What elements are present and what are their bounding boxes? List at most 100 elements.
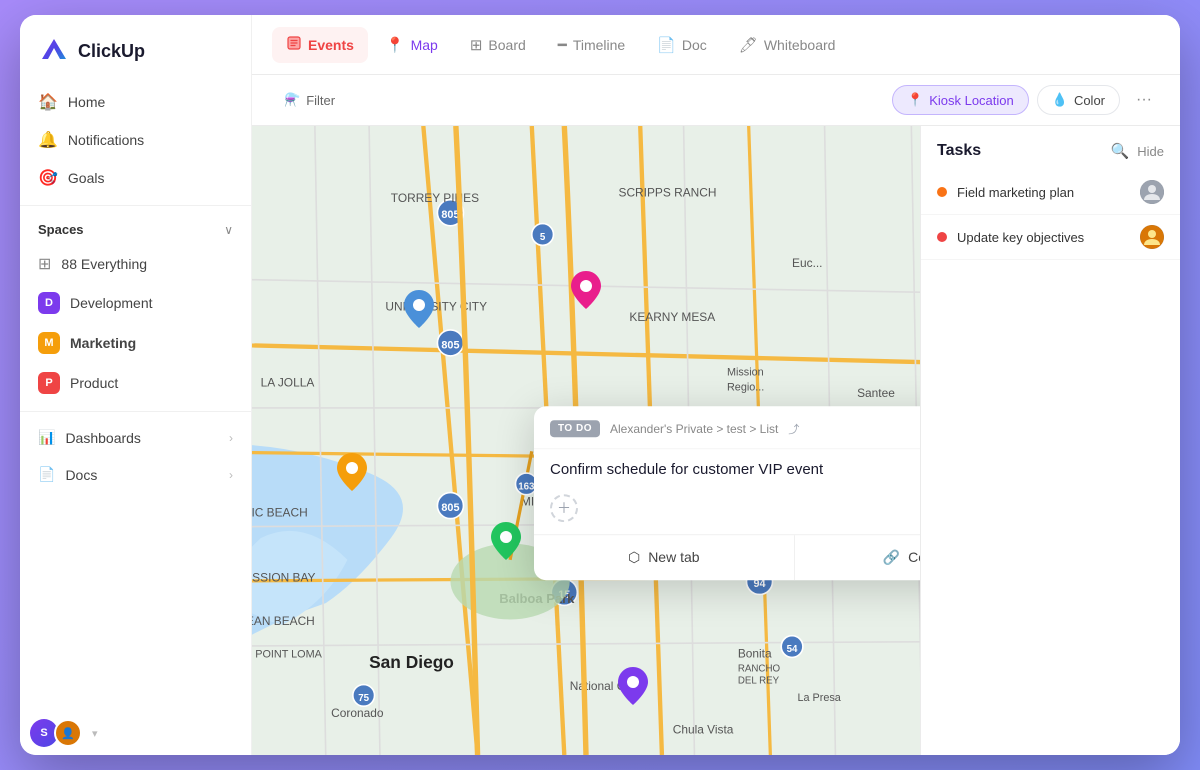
color-button[interactable]: 💧 Color bbox=[1037, 85, 1120, 115]
popup-assign: ＋ bbox=[534, 490, 920, 534]
map-icon: 📍 bbox=[386, 36, 405, 54]
map-pin-purple[interactable] bbox=[618, 667, 648, 705]
kiosk-label: Kiosk Location bbox=[929, 93, 1014, 108]
docs-icon: 📄 bbox=[38, 466, 55, 483]
svg-text:PACIFIC BEACH: PACIFIC BEACH bbox=[252, 505, 308, 519]
task-popup: TO DO Alexander's Private > test > List … bbox=[534, 406, 920, 580]
tab-map[interactable]: 📍 Map bbox=[372, 28, 452, 62]
map-pin-orange[interactable] bbox=[337, 453, 367, 491]
link-icon: ⤴ bbox=[788, 421, 799, 437]
assign-button[interactable]: ＋ bbox=[550, 494, 578, 522]
task-avatar bbox=[1140, 180, 1164, 204]
tab-timeline[interactable]: ━ Timeline bbox=[544, 28, 639, 62]
search-icon[interactable]: 🔍 bbox=[1111, 142, 1130, 160]
popup-header: TO DO Alexander's Private > test > List … bbox=[534, 406, 920, 449]
sidebar-item-label: Goals bbox=[68, 170, 105, 186]
sidebar-item-everything[interactable]: ⊞ 88 Everything bbox=[28, 245, 243, 283]
chevron-down-icon[interactable]: ∨ bbox=[224, 223, 233, 237]
color-icon: 💧 bbox=[1052, 92, 1068, 108]
sidebar-item-dashboards[interactable]: 📊 Dashboards › bbox=[28, 420, 243, 455]
space-badge-p: P bbox=[38, 372, 60, 394]
board-icon: ⊞ bbox=[470, 36, 483, 54]
map-pin-green[interactable] bbox=[491, 522, 521, 560]
svg-text:UNIVERSITY CITY: UNIVERSITY CITY bbox=[385, 299, 487, 313]
avatar-user: 👤 bbox=[54, 719, 82, 747]
user-area[interactable]: S 👤 ▾ bbox=[20, 711, 251, 755]
filter-label: Filter bbox=[306, 93, 335, 108]
sidebar-item-product[interactable]: P Product bbox=[28, 363, 243, 403]
svg-text:805: 805 bbox=[441, 339, 459, 351]
space-badge-d: D bbox=[38, 292, 60, 314]
kiosk-location-button[interactable]: 📍 Kiosk Location bbox=[892, 85, 1029, 115]
sidebar-item-notifications[interactable]: 🔔 Notifications bbox=[28, 121, 243, 159]
sidebar-item-label: Notifications bbox=[68, 132, 144, 148]
sidebar-item-goals[interactable]: 🎯 Goals bbox=[28, 159, 243, 197]
tab-label: Timeline bbox=[573, 37, 625, 53]
main-content: Events 📍 Map ⊞ Board ━ Timeline 📄 Doc 🖊 … bbox=[252, 15, 1180, 755]
hide-button[interactable]: Hide bbox=[1137, 144, 1164, 159]
popup-header-left: TO DO Alexander's Private > test > List … bbox=[550, 420, 799, 437]
sidebar-item-docs[interactable]: 📄 Docs › bbox=[28, 457, 243, 492]
new-tab-icon: ⬡ bbox=[628, 549, 640, 566]
task-avatar bbox=[1140, 225, 1164, 249]
copy-link-label: Copy link bbox=[908, 549, 920, 565]
location-icon: 📍 bbox=[907, 92, 923, 108]
tab-board[interactable]: ⊞ Board bbox=[456, 28, 540, 62]
svg-text:54: 54 bbox=[787, 644, 798, 655]
svg-text:Santee: Santee bbox=[857, 386, 895, 400]
tab-label: Map bbox=[411, 37, 438, 53]
header-tabs: Events 📍 Map ⊞ Board ━ Timeline 📄 Doc 🖊 … bbox=[252, 15, 1180, 75]
task-item[interactable]: Field marketing plan bbox=[921, 170, 1180, 215]
color-label: Color bbox=[1074, 93, 1105, 108]
svg-text:San Diego: San Diego bbox=[369, 652, 454, 672]
svg-text:75: 75 bbox=[358, 693, 369, 704]
sidebar-item-development[interactable]: D Development bbox=[28, 283, 243, 323]
task-status-dot bbox=[937, 187, 947, 197]
doc-icon: 📄 bbox=[657, 36, 676, 54]
tab-label: Whiteboard bbox=[764, 37, 836, 53]
map-pin-blue[interactable] bbox=[404, 290, 434, 328]
svg-text:OCEAN BEACH: OCEAN BEACH bbox=[252, 614, 315, 628]
svg-text:Bonita: Bonita bbox=[738, 646, 772, 660]
task-status-dot bbox=[937, 232, 947, 242]
sidebar-item-marketing[interactable]: M Marketing bbox=[28, 323, 243, 363]
map-background: 805 805 5 52 805 15 94 125 TORRE bbox=[252, 126, 920, 755]
space-badge-m: M bbox=[38, 332, 60, 354]
popup-title: Confirm schedule for customer VIP event bbox=[534, 449, 920, 490]
dashboard-icon: 📊 bbox=[38, 429, 55, 446]
tab-label: Events bbox=[308, 37, 354, 53]
toolbar: ⚗️ Filter 📍 Kiosk Location 💧 Color ··· bbox=[252, 75, 1180, 126]
chevron-right-icon: › bbox=[229, 431, 233, 445]
copy-link-icon: 🔗 bbox=[883, 549, 900, 566]
new-tab-button[interactable]: ⬡ New tab bbox=[534, 535, 795, 580]
clickup-logo-icon bbox=[38, 35, 70, 67]
svg-text:Euc...: Euc... bbox=[792, 256, 822, 270]
task-name: Field marketing plan bbox=[957, 185, 1130, 200]
more-options-button[interactable]: ··· bbox=[1128, 85, 1160, 115]
events-icon bbox=[286, 35, 302, 55]
new-tab-label: New tab bbox=[648, 549, 699, 565]
home-icon: 🏠 bbox=[38, 92, 58, 112]
svg-text:5: 5 bbox=[540, 232, 546, 243]
ellipsis-icon: ··· bbox=[1136, 91, 1152, 108]
popup-actions: ⬡ New tab 🔗 Copy link bbox=[534, 534, 920, 580]
spaces-header: Spaces ∨ bbox=[20, 214, 251, 245]
target-icon: 🎯 bbox=[38, 168, 58, 188]
tasks-panel: Tasks 🔍 Hide Field marketing plan bbox=[920, 126, 1180, 755]
space-item-label: Product bbox=[70, 375, 118, 391]
tab-doc[interactable]: 📄 Doc bbox=[643, 28, 721, 62]
task-name: Update key objectives bbox=[957, 230, 1130, 245]
tab-whiteboard[interactable]: 🖊 Whiteboard bbox=[725, 28, 850, 62]
sidebar-divider bbox=[20, 205, 251, 206]
sidebar-item-home[interactable]: 🏠 Home bbox=[28, 83, 243, 121]
tasks-header-actions: 🔍 Hide bbox=[1111, 142, 1164, 160]
filter-button[interactable]: ⚗️ Filter bbox=[272, 86, 347, 114]
tab-events[interactable]: Events bbox=[272, 27, 368, 63]
space-item-label: Marketing bbox=[70, 335, 136, 351]
svg-text:LA JOLLA: LA JOLLA bbox=[261, 375, 315, 389]
popup-breadcrumb[interactable]: Alexander's Private > test > List bbox=[610, 422, 778, 436]
map-pin-pink[interactable] bbox=[571, 271, 601, 309]
task-item[interactable]: Update key objectives bbox=[921, 215, 1180, 260]
copy-link-button[interactable]: 🔗 Copy link bbox=[795, 535, 921, 580]
filter-icon: ⚗️ bbox=[284, 92, 300, 108]
